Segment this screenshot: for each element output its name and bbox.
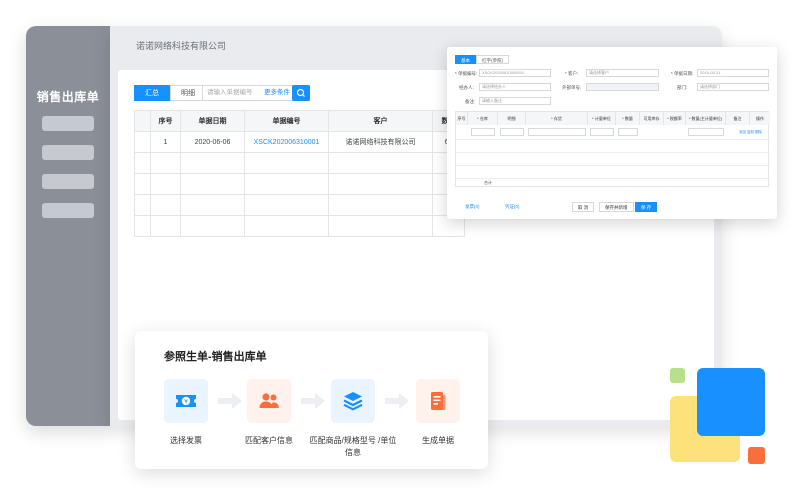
tab-summary[interactable]: 汇总 [134,85,170,101]
sidebar-title: 销售出库单 [36,90,100,104]
step-label: 匹配客户信息 [245,436,293,445]
arrow-icon [301,393,325,409]
decor-square-orange [748,447,765,464]
step-label: 选择发票 [170,436,202,445]
row-customer: 诺诺网络科技有限公司 [328,131,433,153]
decor-square-blue [697,368,765,436]
detail-table: 序号 * 仓库 明细 * 存货 * 计量单位 * 数量 可用库存 * 税额率 *… [455,111,770,187]
unit-cell[interactable] [590,128,614,136]
dialog-tabs: 基本 红字(参照) [455,55,509,64]
table-header-row: 序号 单据日期 单据编号 客户 数量 [134,110,465,132]
flow-card: 参照生单-销售出库单 ¥ 选择发票 匹配客户信息 匹配商品/规格型号 /单位信息… [135,331,488,469]
detail-header: * 数量 [616,112,640,125]
arrow-icon [385,393,409,409]
step-generate [416,379,460,423]
table-row [134,152,465,174]
decor-square-green [670,368,685,383]
external-no-field[interactable] [586,83,659,91]
handler-label: 经办人: [459,85,474,90]
table-header: 单据编号 [244,110,329,132]
table-total: 合计 [484,180,492,185]
row-date: 2020-06-06 [180,131,245,153]
table-row [134,194,465,216]
detail-header: * 数量(主计量单位) [686,112,726,125]
company-name: 诺诺网络科技有限公司 [136,41,227,51]
inventory-cell[interactable] [528,128,586,136]
row-code-link[interactable]: XSCK202006310001 [244,131,329,153]
table-header: 序号 [150,110,181,132]
step-goods [331,379,375,423]
table-header: 客户 [328,110,433,132]
table-header [134,110,151,132]
step-label: 匹配商品/规格型号 /单位信息 [309,436,397,457]
tab-red-ref[interactable]: 红字(参照) [476,55,509,64]
search-button[interactable] [292,85,310,101]
stage: 销售出库单 诺诺网络科技有限公司 汇总 明细 请输入单据编号 更多条件 序号 单… [0,0,803,500]
date-label: * 单据日期: [671,71,694,76]
dept-field[interactable]: 请选择部门 [697,83,769,91]
detail-header: 明细 [498,112,526,125]
doc-table: 序号 单据日期 单据编号 客户 数量 1 2020-06-06 XSCK2020… [134,110,465,237]
svg-text:¥: ¥ [184,398,188,405]
arrow-icon [218,393,242,409]
remark-label: 备注: [465,99,476,104]
detail-cell[interactable] [500,128,524,136]
sidebar-item[interactable] [42,174,94,189]
voucher-link[interactable]: 凭证(0) [505,204,520,210]
remark-field[interactable]: 请输入备注 [479,97,551,105]
save-and-new-button[interactable]: 保存并新增 [599,202,634,212]
customer-field[interactable]: 请选择客户 [586,69,659,77]
users-icon [259,393,279,408]
search-icon [296,88,305,97]
date-field[interactable]: 2016-05-31 [697,69,769,77]
detail-header: * 税额率 [664,112,686,125]
sidebar-item[interactable] [42,145,94,160]
table-header: 单据日期 [180,110,245,132]
detail-header: * 计量单位 [588,112,616,125]
handler-field[interactable]: 请选择经办人 [479,83,551,91]
row-index: 1 [150,131,181,153]
invoice-icon: ¥ [176,395,196,407]
row-ops-links[interactable]: 添加 复制 删除 [739,130,762,135]
customer-label: * 客户: [565,71,579,76]
tab-detail[interactable]: 明细 [170,85,206,101]
sidebar-item[interactable] [42,203,94,218]
flow-title: 参照生单-销售出库单 [164,351,267,363]
save-button[interactable]: 保 存 [635,202,658,212]
sales-outbound-dialog: 基本 红字(参照) * 单据编号: XSCK20200610000001 * 客… [447,47,777,219]
detail-header: 操作 [750,112,770,125]
main-qty-cell[interactable] [688,128,724,136]
more-conditions-link[interactable]: 更多条件 [264,85,290,101]
cancel-button[interactable]: 取 消 [572,202,595,212]
step-customer [247,379,291,423]
layers-icon [343,392,363,411]
qty-cell[interactable] [618,128,638,136]
detail-header: 序号 [456,112,468,125]
warehouse-cell[interactable] [471,128,495,136]
detail-header: * 仓库 [468,112,498,125]
doc-no-field[interactable]: XSCK20200610000001 [479,69,551,77]
detail-header: 备注 [726,112,750,125]
step-invoice: ¥ [164,379,208,423]
external-no-label: 外部单号: [562,85,582,90]
detail-header: 可用库存 [640,112,664,125]
table-row[interactable]: 1 2020-06-06 XSCK202006310001 诺诺网络科技有限公司… [134,131,465,153]
table-row [134,173,465,195]
sidebar-item[interactable] [42,116,94,131]
view-tabs: 汇总 明细 [134,85,206,101]
table-row [134,215,465,237]
step-label: 生成单据 [422,436,454,445]
detail-header: * 存货 [526,112,588,125]
tab-basic[interactable]: 基本 [455,55,476,64]
dept-label: 部门: [677,85,688,90]
sidebar: 销售出库单 [26,26,110,426]
document-icon [431,392,446,410]
doc-no-label: * 单据编号: [455,71,478,76]
invoice-link[interactable]: 发票(0) [465,204,480,210]
